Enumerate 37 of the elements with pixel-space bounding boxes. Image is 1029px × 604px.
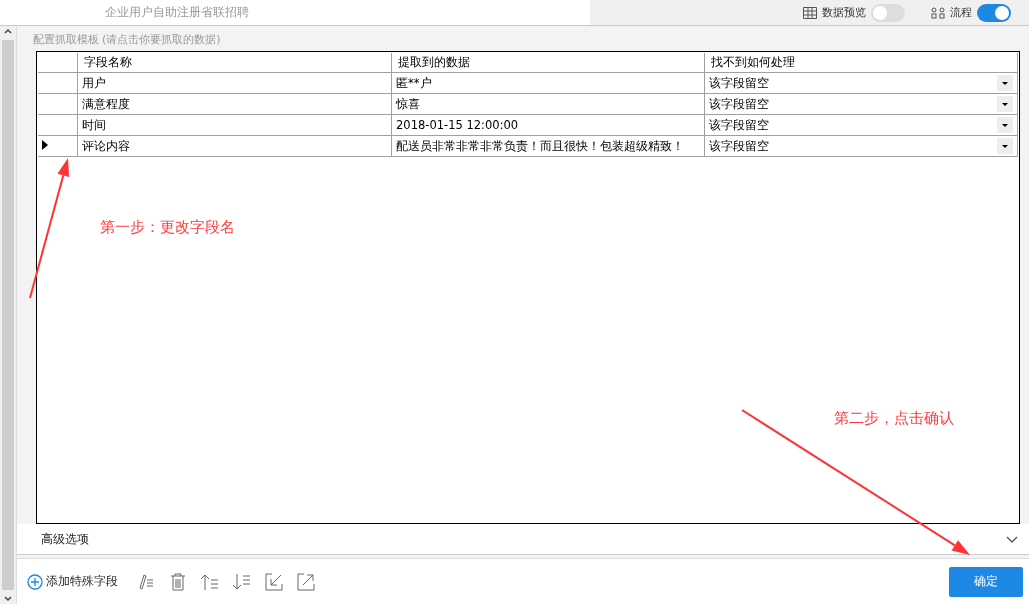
chevron-icon[interactable] [1005, 534, 1019, 544]
advanced-options-bar[interactable]: 高级选项 [16, 524, 1029, 555]
column-header[interactable]: 找不到如何处理 [704, 53, 1018, 73]
confirm-button[interactable]: 确定 [949, 566, 1023, 597]
panel-title: 配置抓取模板 (请点击你要抓取的数据) [32, 33, 221, 46]
table-cell: 惊喜 [391, 93, 705, 115]
toggle-switch[interactable] [977, 3, 1011, 22]
toggle-label: 流程 [950, 5, 972, 20]
toggle-label: 数据预览 [822, 5, 866, 20]
flow-icon [931, 6, 945, 19]
table-cell: 匿**户 [391, 72, 705, 94]
table-cell[interactable]: 评论内容 [77, 135, 392, 157]
plus-circle-icon [26, 573, 43, 590]
table-cell[interactable]: 用户 [77, 72, 392, 94]
table-cell[interactable]: 时间 [77, 114, 392, 136]
dropdown-cell[interactable]: 该字段留空 [704, 93, 1018, 115]
scroll-down-icon[interactable] [2, 594, 13, 604]
annotation-text: 第二步，点击确认 [834, 409, 954, 428]
table-cell: 2018-01-15 12:00:00 [391, 114, 705, 136]
row-header[interactable] [37, 135, 78, 157]
export-icon[interactable] [295, 571, 316, 592]
dropdown-cell[interactable]: 该字段留空 [704, 114, 1018, 136]
current-row-icon [41, 140, 49, 150]
import-icon[interactable] [263, 571, 284, 592]
annotation-text: 第一步：更改字段名 [100, 218, 235, 237]
scrollbar-thumb[interactable] [1, 40, 14, 590]
scroll-up-icon[interactable] [2, 26, 13, 36]
dropdown-cell[interactable]: 该字段留空 [704, 135, 1018, 157]
table-cell: 配送员非常非常非常负责！而且很快！包装超级精致！ [391, 135, 705, 157]
column-header[interactable]: 字段名称 [77, 53, 392, 73]
add-special-field-button[interactable]: 添加特殊字段 [26, 573, 118, 590]
page-title: 企业用户自助注册省联招聘 [105, 4, 249, 21]
toggle-switch[interactable] [871, 3, 905, 22]
dropdown-cell[interactable]: 该字段留空 [704, 72, 1018, 94]
table-icon [803, 6, 817, 19]
table-cell[interactable]: 满意程度 [77, 93, 392, 115]
column-header[interactable]: 提取到的数据 [391, 53, 705, 73]
